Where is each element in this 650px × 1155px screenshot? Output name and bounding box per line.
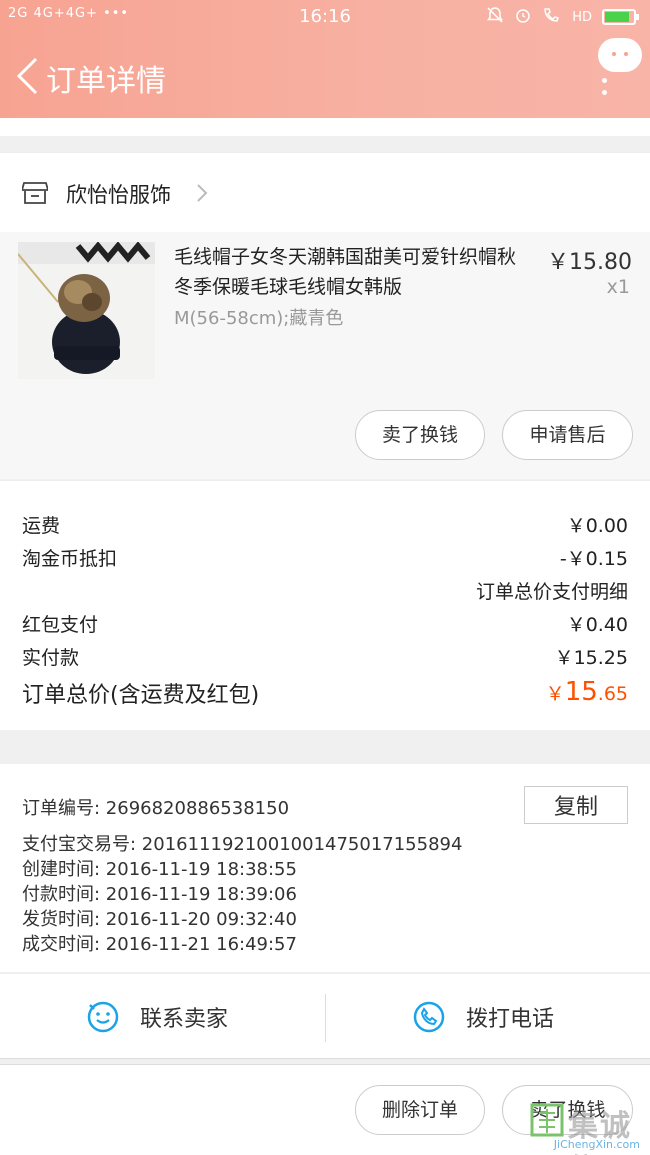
back-button[interactable] [14,56,40,96]
total-value: ￥15.65 [546,677,628,707]
call-phone-button[interactable]: 拨打电话 [326,974,650,1060]
hd-call-icon [542,6,562,28]
redpacket-value: ￥0.40 [566,614,628,636]
contact-seller-label: 联系卖家 [140,1007,229,1032]
coin-row: 淘金币抵扣 -￥0.15 [22,544,628,571]
coin-value: -￥0.15 [559,548,628,570]
battery-icon [602,9,639,25]
product-item[interactable]: 毛线帽子女冬天潮韩国甜美可爱针织帽秋冬季保暖毛球毛线帽女韩版 M(56-58cm… [0,232,650,479]
store-icon [22,182,48,204]
order-number: 订单编号: 2696820886538150 [22,798,290,819]
phone-icon [413,1001,445,1033]
contact-seller-button[interactable]: 联系卖家 [0,974,325,1060]
completed-time: 成交时间: 2016-11-21 16:49:57 [22,934,297,955]
created-time: 创建时间: 2016-11-19 18:38:55 [22,859,297,880]
product-sku: M(56-58cm);藏青色 [174,308,344,329]
product-image [18,242,155,379]
shop-row[interactable]: 欣怡怡服饰 [0,152,650,232]
shipping-label: 运费 [22,515,61,537]
bell-icon [486,6,504,28]
sell-item-button[interactable]: 卖了换钱 [355,410,485,460]
payment-detail-link[interactable]: 订单总价支付明细 [476,577,628,604]
shipping-row: 运费 ￥0.00 [22,511,628,538]
status-bar: 2G 4G+4G+ ••• 16:16 HD [0,0,650,34]
total-int: 15 [564,677,598,707]
status-icons: HD [486,6,639,28]
copy-button[interactable]: 复制 [524,786,628,824]
total-label: 订单总价(含运费及红包) [22,683,260,708]
total-currency: ￥ [545,683,565,705]
paid-row: 实付款 ￥15.25 [22,643,628,670]
redpacket-label: 红包支付 [22,614,99,636]
alipay-number: 支付宝交易号: 2016111921001001475017155894 [22,834,463,855]
product-title: 毛线帽子女冬天潮韩国甜美可爱针织帽秋冬季保暖毛球毛线帽女韩版 [174,246,517,298]
more-menu-button[interactable] [598,38,642,98]
total-decimal: .65 [597,683,628,705]
redpacket-row: 红包支付 ￥0.40 [22,610,628,637]
after-sales-button[interactable]: 申请售后 [502,410,633,460]
chat-smile-icon [87,1001,119,1033]
watermark: 集诚信 JiChengXin.com [528,1099,646,1155]
price-summary: 运费 ￥0.00 淘金币抵扣 -￥0.15 订单总价支付明细 红包支付 ￥0.4… [0,480,650,730]
header: 订单详情 [0,34,650,118]
page-title: 订单详情 [46,64,166,99]
product-price: ￥15.80 [547,250,632,275]
chat-bubble-icon [598,38,642,72]
chevron-right-icon [197,184,208,202]
top-strip [0,118,650,136]
alarm-icon [514,6,532,28]
call-phone-label: 拨打电话 [466,1007,555,1032]
order-info: 订单编号: 2696820886538150 复制 支付宝交易号: 201611… [0,764,650,972]
coin-label: 淘金币抵扣 [22,548,118,570]
product-quantity: x1 [606,276,630,298]
top-bar: 2G 4G+4G+ ••• 16:16 HD 订单详情 [0,0,650,118]
chevron-left-icon [16,57,38,95]
hd-label: HD [572,9,592,25]
total-row: 订单总价(含运费及红包) ￥15.65 [22,677,628,709]
delete-order-button[interactable]: 删除订单 [355,1085,485,1135]
paid-label: 实付款 [22,647,80,669]
more-dots-icon [602,78,607,83]
shop-name: 欣怡怡服饰 [66,183,171,207]
watermark-url: JiChengXin.com [553,1138,640,1151]
more-dot [602,90,607,95]
watermark-logo-icon [530,1103,564,1137]
contact-bar: 联系卖家 拨打电话 [0,973,650,1059]
paid-time: 付款时间: 2016-11-19 18:39:06 [22,884,297,905]
shipped-time: 发货时间: 2016-11-20 09:32:40 [22,909,297,930]
paid-value: ￥15.25 [554,647,628,669]
shipping-value: ￥0.00 [566,515,628,537]
